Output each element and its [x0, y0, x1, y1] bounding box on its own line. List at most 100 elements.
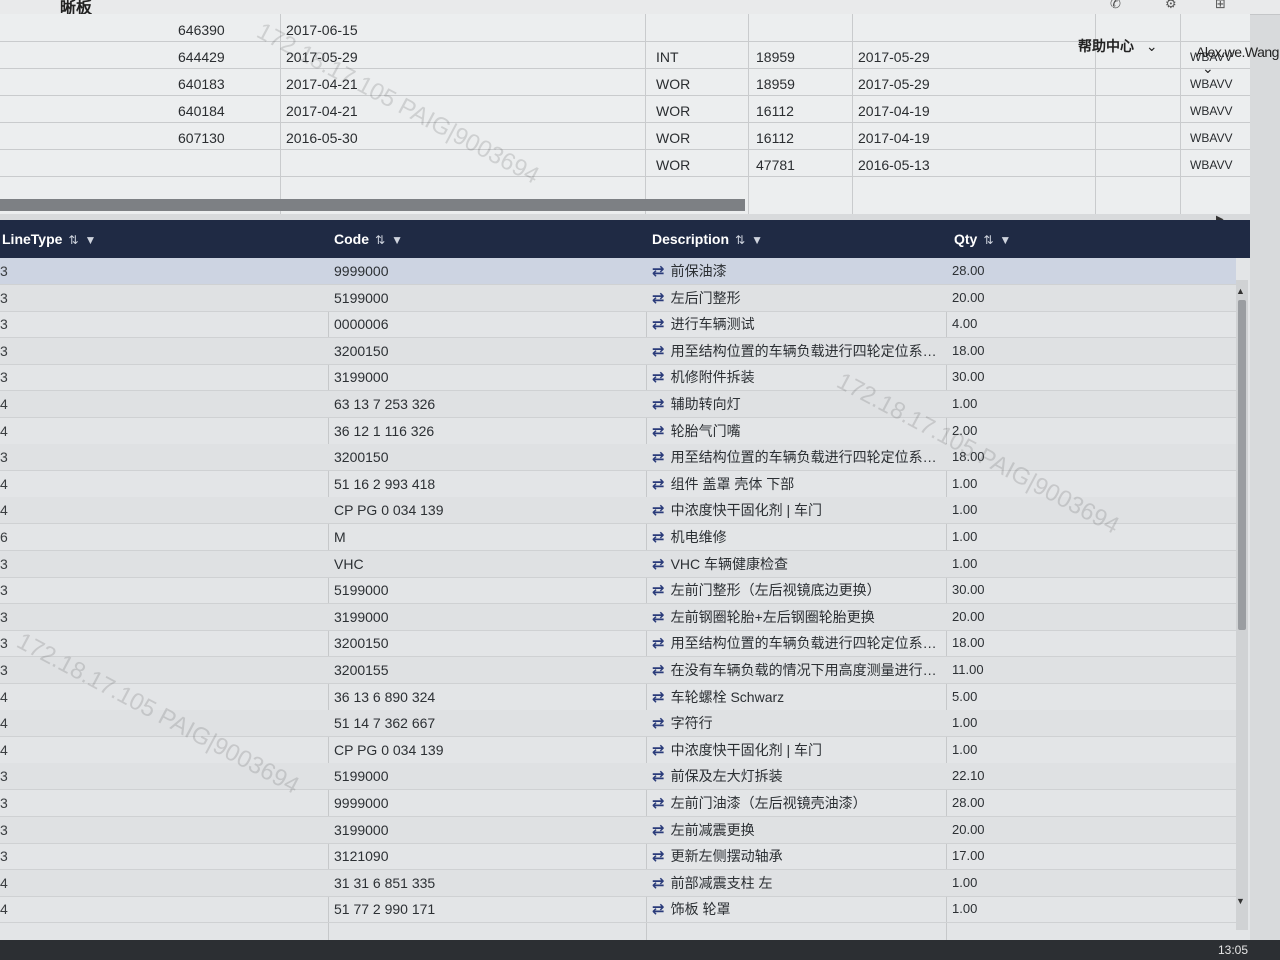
description-cell: ⇄ 机电维修: [652, 524, 942, 550]
sort-icon[interactable]: ⇅: [983, 233, 993, 247]
filter-icon[interactable]: ▼: [84, 233, 96, 247]
swap-icon[interactable]: ⇄: [652, 423, 665, 440]
sort-icon[interactable]: ⇅: [375, 233, 385, 247]
upper-table-row[interactable]: 607130 2016-05-30 WOR 16112 2017-04-19 WBAVV: [0, 125, 1250, 152]
upper-cell-type: WOR: [656, 103, 691, 119]
upper-cell-code: 18959: [756, 76, 795, 92]
sort-icon[interactable]: ⇅: [68, 233, 78, 247]
swap-icon[interactable]: ⇄: [652, 502, 665, 519]
upper-cell-date1: 2017-04-21: [286, 103, 358, 119]
upper-table-row[interactable]: 640183 2017-04-21 WOR 18959 2017-05-29 WBAVV: [0, 71, 1250, 98]
code-cell: 51 14 7 362 667: [334, 715, 436, 732]
table-row[interactable]: 3 9999000 ⇄ 前保油漆 28.00: [0, 258, 1236, 285]
help-center-menu[interactable]: 帮助中心 ⌄: [1078, 36, 1158, 56]
qty-cell: 20.00: [952, 289, 985, 305]
table-row[interactable]: 4 31 31 6 851 335 ⇄ 前部减震支柱 左 1.00: [0, 869, 1236, 897]
qty-cell: 4.00: [952, 316, 978, 332]
swap-icon[interactable]: ⇄: [652, 290, 665, 307]
description-text: 前部减震支柱 左: [670, 874, 773, 891]
swap-icon[interactable]: ⇄: [652, 901, 665, 918]
swap-icon[interactable]: ⇄: [652, 316, 665, 333]
clock: 13:05: [1217, 943, 1248, 957]
page: 晰板 ✆ ⚙ ⊞ 646390 2017-06-15 644429 2017-05-2…: [0, 0, 1280, 960]
upper-table-row[interactable]: 640184 2017-04-21 WOR 16112 2017-04-19 WBAVV: [0, 98, 1250, 125]
table-row[interactable]: 3 3121090 ⇄ 更新左侧摆动轴承 17.00: [0, 843, 1236, 871]
notification-icon[interactable]: ✆: [1110, 0, 1121, 12]
table-row[interactable]: 3 9999000 ⇄ 左前门油漆（左后视镜壳油漆） 28.00: [0, 790, 1236, 817]
scroll-up-icon[interactable]: ▲: [1236, 286, 1245, 296]
column-header-description[interactable]: Description ⇅ ▼: [652, 220, 763, 258]
qty-cell: 2.00: [952, 422, 978, 438]
swap-icon[interactable]: ⇄: [652, 609, 665, 626]
upper-cell-date1: 2016-05-30: [286, 130, 358, 146]
description-text: 辅助转向灯: [670, 396, 741, 412]
swap-icon[interactable]: ⇄: [652, 795, 665, 812]
table-row[interactable]: 4 51 16 2 993 418 ⇄ 组件 盖罩 壳体 下部 1.00: [0, 471, 1236, 498]
swap-icon[interactable]: ⇄: [652, 768, 665, 785]
scroll-down-icon[interactable]: ▼: [1236, 896, 1245, 906]
swap-icon[interactable]: ⇄: [652, 582, 665, 599]
taskbar: 13:05: [0, 940, 1280, 960]
upper-cell-no: 646390: [178, 22, 225, 38]
filter-icon[interactable]: ▼: [751, 233, 763, 247]
table-row[interactable]: 3 3200150 ⇄ 用至结构位置的车辆负载进行四轮定位系统... 18.00: [0, 630, 1236, 658]
linetype-cell: 3: [0, 449, 8, 466]
swap-icon[interactable]: ⇄: [652, 875, 665, 892]
sort-icon[interactable]: ⇅: [735, 233, 745, 247]
vertical-scrollbar-thumb[interactable]: [1238, 300, 1246, 630]
table-row[interactable]: 4 51 77 2 990 171 ⇄ 饰板 轮罩 1.00: [0, 896, 1236, 924]
column-header-code[interactable]: Code ⇅ ▼: [334, 220, 403, 258]
upper-table-row[interactable]: WOR 47781 2016-05-13 WBAVV: [0, 152, 1250, 179]
table-row[interactable]: 4 CP PG 0 034 139 ⇄ 中浓度快干固化剂 | 车门 1.00: [0, 497, 1236, 525]
swap-icon[interactable]: ⇄: [652, 396, 665, 413]
swap-icon[interactable]: ⇄: [652, 476, 665, 493]
table-row[interactable]: 3 0000006 ⇄ 进行车辆测试 4.00: [0, 311, 1236, 339]
swap-icon[interactable]: ⇄: [652, 263, 665, 280]
table-row[interactable]: 3 5199000 ⇄ 左前门整形（左后视镜底边更换） 30.00: [0, 577, 1236, 605]
table-row[interactable]: 3 5199000 ⇄ 前保及左大灯拆装 22.10: [0, 763, 1236, 791]
swap-icon[interactable]: ⇄: [652, 343, 665, 360]
table-row[interactable]: 3 3199000 ⇄ 机修附件拆装 30.00: [0, 364, 1236, 392]
filter-icon[interactable]: ▼: [391, 233, 403, 247]
horizontal-scrollbar[interactable]: [0, 199, 745, 211]
swap-icon[interactable]: ⇄: [652, 369, 665, 386]
swap-icon[interactable]: ⇄: [652, 822, 665, 839]
table-row[interactable]: 3 VHC ⇄ VHC 车辆健康检查 1.00: [0, 550, 1236, 578]
linetype-cell: 3: [0, 582, 8, 599]
description-text: 饰板 轮罩: [670, 901, 731, 918]
swap-icon[interactable]: ⇄: [652, 742, 665, 759]
table-row[interactable]: 4 36 12 1 116 326 ⇄ 轮胎气门嘴 2.00: [0, 418, 1236, 445]
table-row[interactable]: 4 CP PG 0 034 139 ⇄ 中浓度快干固化剂 | 车门 1.00: [0, 737, 1236, 764]
table-row[interactable]: 3 3200150 ⇄ 用至结构位置的车辆负载进行四轮定位系统... 18.00: [0, 337, 1236, 365]
upper-cell-no: 607130: [178, 130, 225, 146]
user-menu[interactable]: Alex.we.Wang ⌄: [1196, 44, 1280, 77]
table-row[interactable]: 6 M ⇄ 机电维修 1.00: [0, 524, 1236, 551]
upper-cell-date2: 2017-04-19: [858, 103, 930, 119]
table-row[interactable]: 3 5199000 ⇄ 左后门整形 20.00: [0, 284, 1236, 312]
table-row[interactable]: 3 3200155 ⇄ 在没有车辆负载的情况下用高度测量进行四... 11.00: [0, 657, 1236, 684]
settings-icon[interactable]: ⚙: [1165, 0, 1177, 12]
swap-icon[interactable]: ⇄: [652, 689, 665, 706]
description-text: 左前门整形（左后视镜底边更换）: [670, 582, 881, 599]
table-row[interactable]: 3 3200150 ⇄ 用至结构位置的车辆负载进行四轮定位系统... 18.00: [0, 444, 1236, 472]
swap-icon[interactable]: ⇄: [652, 662, 665, 679]
column-header-linetype[interactable]: LineType ⇅ ▼: [2, 220, 96, 258]
swap-icon[interactable]: ⇄: [652, 529, 665, 546]
upper-cell-type: WOR: [656, 157, 691, 173]
table-row[interactable]: 3 3199000 ⇄ 左前钢圈轮胎+左后钢圈轮胎更换 20.00: [0, 603, 1236, 631]
swap-icon[interactable]: ⇄: [652, 715, 665, 732]
swap-icon[interactable]: ⇄: [652, 848, 665, 865]
swap-icon[interactable]: ⇄: [652, 449, 665, 466]
column-header-qty[interactable]: Qty ⇅ ▼: [954, 220, 1011, 258]
swap-icon[interactable]: ⇄: [652, 556, 665, 573]
linetype-cell: 3: [0, 316, 8, 333]
table-row[interactable]: 4 63 13 7 253 326 ⇄ 辅助转向灯 1.00: [0, 391, 1236, 418]
swap-icon[interactable]: ⇄: [652, 635, 665, 652]
upper-cell-date2: 2016-05-13: [858, 157, 930, 173]
filter-icon[interactable]: ▼: [999, 233, 1011, 247]
upper-cell-code: 16112: [756, 130, 794, 146]
add-window-icon[interactable]: ⊞: [1215, 0, 1226, 12]
table-row[interactable]: 4 51 14 7 362 667 ⇄ 字符行 1.00: [0, 710, 1236, 738]
table-row[interactable]: 4 36 13 6 890 324 ⇄ 车轮螺栓 Schwarz 5.00: [0, 684, 1236, 711]
table-row[interactable]: 3 3199000 ⇄ 左前减震更换 20.00: [0, 816, 1236, 844]
